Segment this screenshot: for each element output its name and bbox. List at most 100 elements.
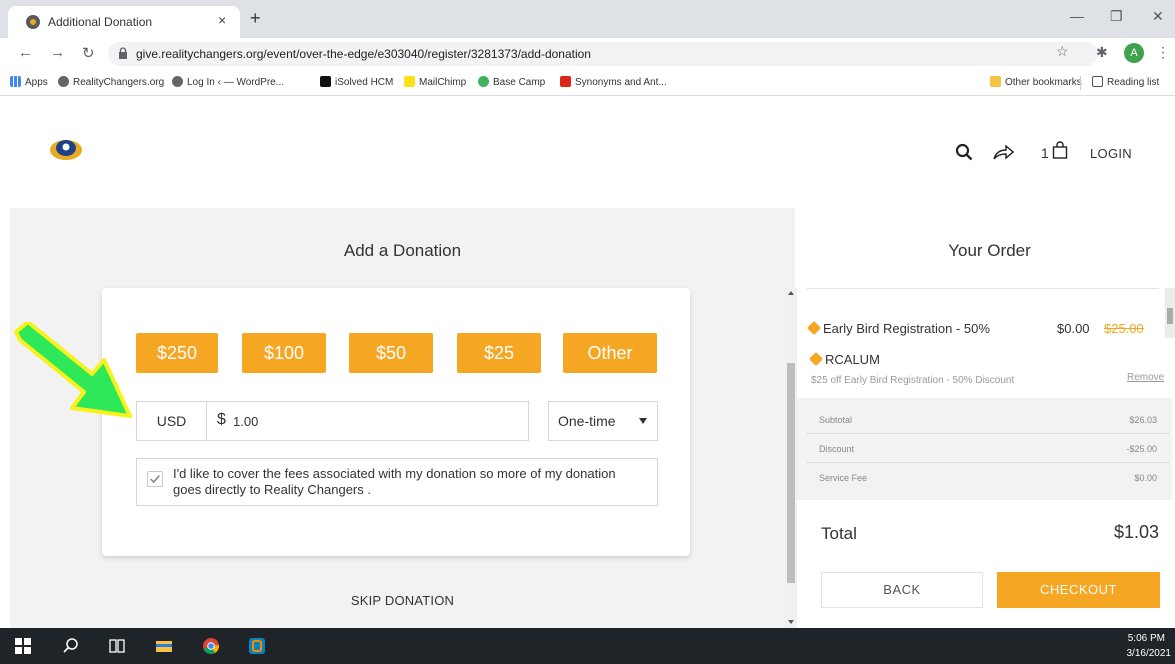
amount-50-button[interactable]: $50 — [349, 333, 433, 373]
amount-input[interactable] — [233, 410, 513, 432]
scrollbar-thumb[interactable] — [787, 363, 795, 583]
cover-fees-label: I'd like to cover the fees associated wi… — [173, 466, 616, 497]
total-label: Total — [821, 524, 857, 543]
bookmark-apps[interactable]: Apps — [10, 76, 48, 88]
order-item-old-price: $25.00 — [1104, 321, 1144, 336]
bookmark-isolved[interactable]: iSolved HCM — [320, 76, 393, 88]
address-bar[interactable]: give.realitychangers.org/event/over-the-… — [108, 42, 1098, 66]
bookmark-star-icon[interactable]: ☆ — [1056, 43, 1069, 60]
order-title: Your Order — [948, 241, 1031, 260]
other-bookmarks[interactable]: Other bookmarks — [990, 76, 1082, 88]
ringcentral-icon[interactable] — [248, 637, 266, 655]
frequency-select[interactable]: One-time — [548, 401, 658, 441]
shopping-bag-icon[interactable] — [1052, 141, 1068, 159]
summary-row-subtotal: Subtotal $26.03 — [807, 408, 1169, 434]
checkmark-icon — [150, 474, 160, 484]
tag-icon — [808, 351, 824, 367]
file-explorer-icon[interactable] — [155, 637, 173, 655]
amount-other-button[interactable]: Other — [563, 333, 657, 373]
thesaurus-icon — [560, 76, 571, 87]
lock-icon — [119, 47, 127, 59]
search-icon[interactable] — [62, 637, 80, 655]
bookmark-basecamp[interactable]: Base Camp — [478, 76, 545, 88]
summary-row-service-fee: Service Fee $0.00 — [819, 473, 1157, 483]
frequency-value: One-time — [558, 413, 616, 429]
scroll-up-icon[interactable] — [788, 291, 794, 295]
tab-close-icon[interactable]: × — [218, 12, 226, 28]
checkout-button[interactable]: CHECKOUT — [997, 572, 1160, 608]
taskbar-time: 5:06 PM — [1127, 633, 1165, 644]
search-icon[interactable] — [955, 143, 973, 161]
tag-icon — [806, 320, 822, 336]
browser-tab[interactable]: Additional Donation × — [8, 6, 240, 38]
forward-arrow-icon[interactable]: → — [50, 44, 65, 61]
donation-card: $250 $100 $50 $25 Other USD $ One-time I… — [102, 288, 690, 556]
remove-promo-link[interactable]: Remove — [1127, 372, 1164, 383]
scroll-down-icon[interactable] — [788, 620, 794, 624]
donation-title: Add a Donation — [343, 241, 462, 260]
bookmark-realitychangers[interactable]: RealityChangers.org — [58, 76, 164, 88]
restore-icon[interactable]: ❐ — [1110, 8, 1123, 25]
cover-fees-checkbox[interactable] — [147, 471, 163, 487]
minimize-icon[interactable]: — — [1070, 8, 1084, 24]
order-scrollbar[interactable] — [1165, 288, 1175, 338]
cover-fees-option[interactable]: I'd like to cover the fees associated wi… — [136, 458, 658, 506]
extensions-icon[interactable]: ✱ — [1096, 44, 1108, 61]
order-summary: Your Order Early Bird Registration - 50%… — [797, 208, 1175, 628]
apps-grid-icon — [10, 76, 21, 87]
promo-code: RCALUM — [808, 351, 880, 367]
scrollbar-thumb[interactable] — [1167, 308, 1173, 324]
taskbar-date: 3/16/2021 — [1126, 648, 1172, 659]
reload-icon[interactable]: ↻ — [82, 44, 95, 62]
chrome-icon[interactable] — [202, 637, 220, 655]
tab-title: Additional Donation — [48, 15, 153, 29]
back-arrow-icon[interactable]: ← — [18, 44, 33, 61]
url-text: give.realitychangers.org/event/over-the-… — [136, 47, 591, 61]
window-close-icon[interactable]: ✕ — [1152, 8, 1164, 25]
skip-donation-link[interactable]: SKIP DONATION — [10, 593, 795, 608]
site-header: 1 LOGIN — [0, 96, 1175, 208]
bookmarks-divider — [1080, 76, 1081, 90]
cart-count: 1 — [1041, 145, 1049, 161]
left-scrollbar[interactable] — [785, 288, 797, 628]
site-favicon-icon — [172, 76, 183, 87]
order-item-price: $0.00 — [1057, 321, 1090, 336]
bookmark-synonyms[interactable]: Synonyms and Ant... — [560, 76, 667, 88]
reading-list-icon — [1092, 76, 1103, 87]
new-tab-button[interactable]: + — [250, 9, 261, 27]
divider — [807, 288, 1159, 289]
profile-avatar[interactable]: A — [1124, 43, 1144, 63]
browser-tabstrip: Additional Donation × + — ❐ ✕ — [0, 0, 1175, 38]
amount-100-button[interactable]: $100 — [242, 333, 326, 373]
site-favicon-icon — [26, 15, 40, 29]
amount-250-button[interactable]: $250 — [136, 333, 218, 373]
currency-label: USD — [137, 402, 207, 440]
windows-taskbar: 5:06 PM 3/16/2021 — [0, 628, 1175, 664]
share-icon[interactable] — [992, 144, 1014, 160]
amount-25-button[interactable]: $25 — [457, 333, 541, 373]
promo-description: $25 off Early Bird Registration - 50% Di… — [811, 375, 1015, 386]
windows-start-icon[interactable] — [14, 637, 32, 655]
browser-toolbar: ← → ↻ give.realitychangers.org/event/ove… — [0, 38, 1175, 70]
annotation-arrow-icon — [14, 322, 132, 418]
summary-row-discount: Discount -$25.00 — [807, 437, 1169, 463]
task-view-icon[interactable] — [108, 637, 126, 655]
amount-field: USD $ — [136, 401, 529, 441]
reading-list[interactable]: Reading list — [1092, 76, 1159, 88]
back-button[interactable]: BACK — [821, 572, 983, 608]
dollar-sign: $ — [217, 411, 226, 428]
basecamp-icon — [478, 76, 489, 87]
isolved-icon — [320, 76, 331, 87]
bookmarks-bar: Apps RealityChangers.org Log In ‹ — Word… — [0, 70, 1175, 96]
caret-down-icon — [639, 418, 647, 424]
menu-dots-icon[interactable]: ⋮ — [1156, 44, 1170, 61]
login-link[interactable]: LOGIN — [1090, 146, 1132, 161]
bookmark-wordpress[interactable]: Log In ‹ — WordPre... — [172, 76, 284, 88]
price-summary: Subtotal $26.03 Discount -$25.00 Service… — [797, 398, 1172, 500]
mailchimp-icon — [404, 76, 415, 87]
folder-icon — [990, 76, 1001, 87]
reality-changers-logo[interactable] — [48, 136, 84, 162]
bookmark-mailchimp[interactable]: MailChimp — [404, 76, 466, 88]
site-favicon-icon — [58, 76, 69, 87]
order-item-name: Early Bird Registration - 50% — [806, 320, 990, 336]
